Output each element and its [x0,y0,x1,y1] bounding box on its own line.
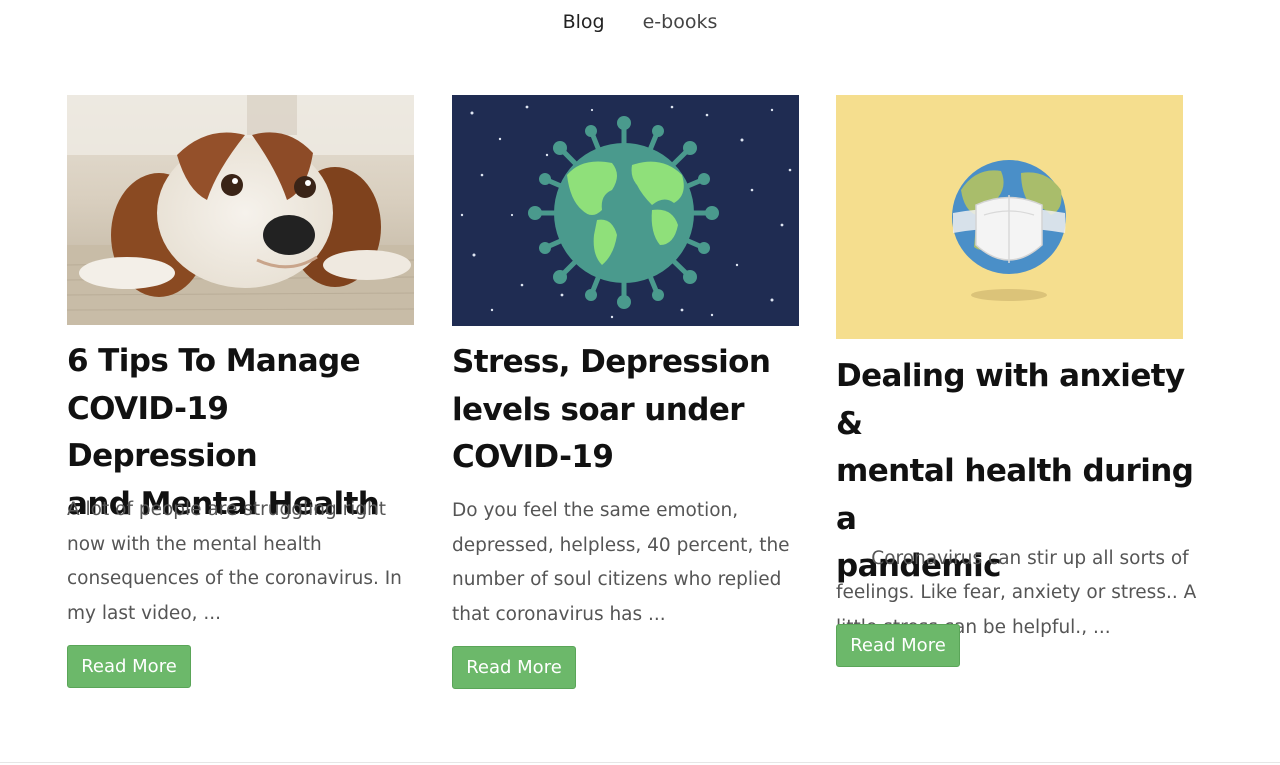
virus-globe-illustration [452,95,799,326]
post-title-line: COVID-19 [452,439,614,475]
excerpt-line: feelings. Like fear, anxiety or stress..… [836,582,1197,604]
excerpt-line: Do you feel the same emotion, [452,500,739,521]
post-image-virus-globe[interactable] [452,95,799,326]
post-excerpt: A lot of people are struggling right now… [67,493,417,632]
read-more-button[interactable]: Read More [452,646,576,689]
read-more-button[interactable]: Read More [67,645,191,688]
post-title-line: levels soar under [452,391,745,428]
post-title-line: Dealing with anxiety & [836,358,1185,442]
post-title-line: COVID-19 Depression [67,390,258,475]
excerpt-line: Coronavirus can stir up all sorts of [859,547,1189,569]
post-image-dog[interactable] [67,95,414,325]
post-title-line: Stress, Depression [452,344,771,380]
post-title[interactable]: Stress, Depression levels soar under COV… [452,339,812,482]
footer-divider [0,762,1280,763]
excerpt-line: my last video, ... [67,603,222,625]
excerpt-line: that coronavirus has ... [452,604,666,626]
post-title-line: 6 Tips To Manage [67,343,361,379]
read-more-button[interactable]: Read More [836,624,960,667]
excerpt-line: number of soul citizens who replied [452,569,782,591]
excerpt-line: A lot of people are struggling right [67,499,387,520]
nav-link-ebooks[interactable]: e-books [643,11,718,33]
nav-link-blog[interactable]: Blog [563,11,605,33]
globe-mask-illustration [836,95,1183,339]
excerpt-line: depressed, helpless, 40 percent, the [452,534,790,556]
post-image-masked-globe[interactable] [836,95,1183,339]
top-nav: Blog e-books [0,0,1280,50]
excerpt-line: consequences of the coronavirus. In [67,568,402,590]
post-excerpt: Do you feel the same emotion, depressed,… [452,494,802,633]
dog-photo-illustration [67,95,414,325]
excerpt-line: now with the mental health [67,533,322,555]
